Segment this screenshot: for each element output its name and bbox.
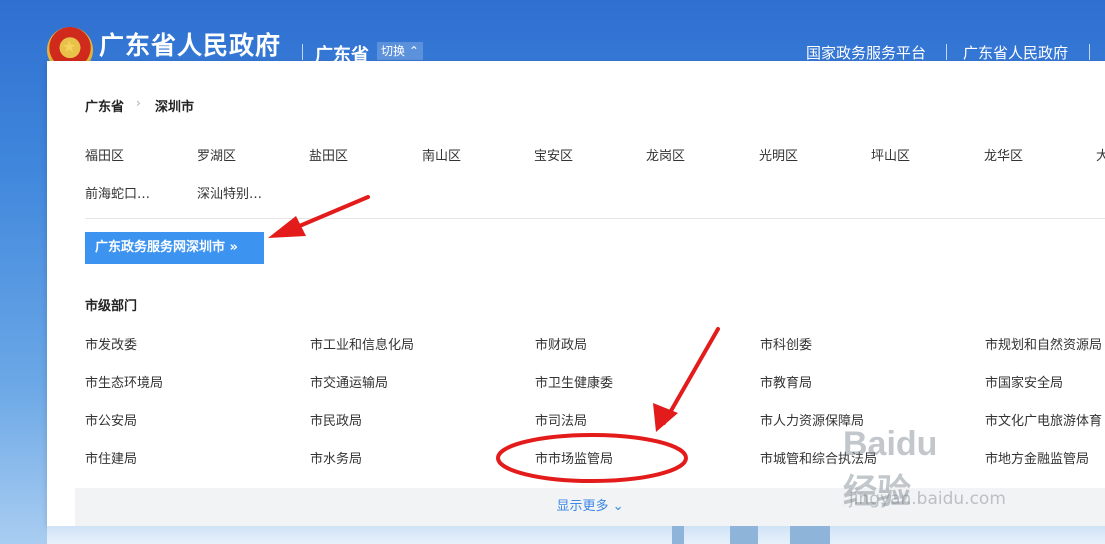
department-link[interactable]: 市水务局	[310, 448, 362, 467]
district-link[interactable]: 盐田区	[309, 145, 348, 164]
department-link[interactable]: 市财政局	[535, 334, 587, 353]
district-link[interactable]: 前海蛇口…	[85, 183, 150, 202]
chevron-up-icon: ⌃	[408, 44, 419, 58]
divider	[946, 44, 947, 60]
district-link[interactable]: 福田区	[85, 145, 124, 164]
department-link[interactable]: 市地方金融监管局	[985, 448, 1089, 467]
district-link[interactable]: 龙岗区	[646, 145, 685, 164]
divider	[85, 218, 1105, 219]
district-link[interactable]: 宝安区	[534, 145, 573, 164]
building-silhouette	[672, 526, 684, 544]
district-link[interactable]: 光明区	[759, 145, 798, 164]
department-link[interactable]: 市国家安全局	[985, 372, 1063, 391]
breadcrumb-city[interactable]: 深圳市	[155, 96, 194, 115]
building-silhouette	[790, 526, 830, 544]
department-link[interactable]: 市市场监管局	[535, 448, 613, 467]
department-link[interactable]: 市住建局	[85, 448, 137, 467]
department-link[interactable]: 市卫生健康委	[535, 372, 613, 391]
section-title: 市级部门	[85, 299, 138, 314]
shenzhen-portal-button[interactable]: 广东政务服务网深圳市 »	[85, 232, 264, 264]
department-link[interactable]: 市规划和自然资源局	[985, 334, 1102, 353]
building-silhouette	[730, 526, 758, 544]
department-link[interactable]: 市公安局	[85, 410, 137, 429]
header-bar: ★ 广东省人民政府 广东省 切换 ⌃ 国家政务服务平台 广东省人民政府	[0, 0, 1105, 73]
divider	[1089, 44, 1090, 60]
chevron-right-icon: ›	[136, 96, 141, 110]
gd-government-link[interactable]: 广东省人民政府	[963, 42, 1068, 63]
department-link[interactable]: 市工业和信息化局	[310, 334, 414, 353]
district-link[interactable]: 坪山区	[871, 145, 910, 164]
department-link[interactable]: 市民政局	[310, 410, 362, 429]
chevron-down-icon: ⌄	[612, 499, 624, 514]
department-link[interactable]: 市司法局	[535, 410, 587, 429]
site-title[interactable]: 广东省人民政府	[99, 26, 281, 62]
department-link[interactable]: 市科创委	[760, 334, 812, 353]
switch-region-button[interactable]: 切换 ⌃	[377, 42, 423, 60]
department-link[interactable]: 市教育局	[760, 372, 812, 391]
national-service-platform-link[interactable]: 国家政务服务平台	[806, 42, 926, 63]
district-link[interactable]: 龙华区	[984, 145, 1023, 164]
background-skyline	[47, 526, 1105, 544]
district-link[interactable]: 大	[1096, 145, 1105, 164]
department-link[interactable]: 市文化广电旅游体育	[985, 410, 1102, 429]
district-link[interactable]: 深汕特别…	[197, 183, 262, 202]
region-dropdown-panel: 广东省 › 深圳市 福田区 罗湖区 盐田区 南山区 宝安区 龙岗区 光明区 坪山区 龙华区 大前海…	[47, 61, 1105, 526]
district-link[interactable]: 南山区	[422, 145, 461, 164]
department-link[interactable]: 市生态环境局	[85, 372, 163, 391]
divider	[302, 44, 303, 60]
district-link[interactable]: 罗湖区	[197, 145, 236, 164]
department-link[interactable]: 市发改委	[85, 334, 137, 353]
breadcrumb-province[interactable]: 广东省	[85, 96, 124, 115]
department-link[interactable]: 市交通运输局	[310, 372, 388, 391]
watermark-url: jingyan.baidu.com	[849, 489, 1006, 509]
